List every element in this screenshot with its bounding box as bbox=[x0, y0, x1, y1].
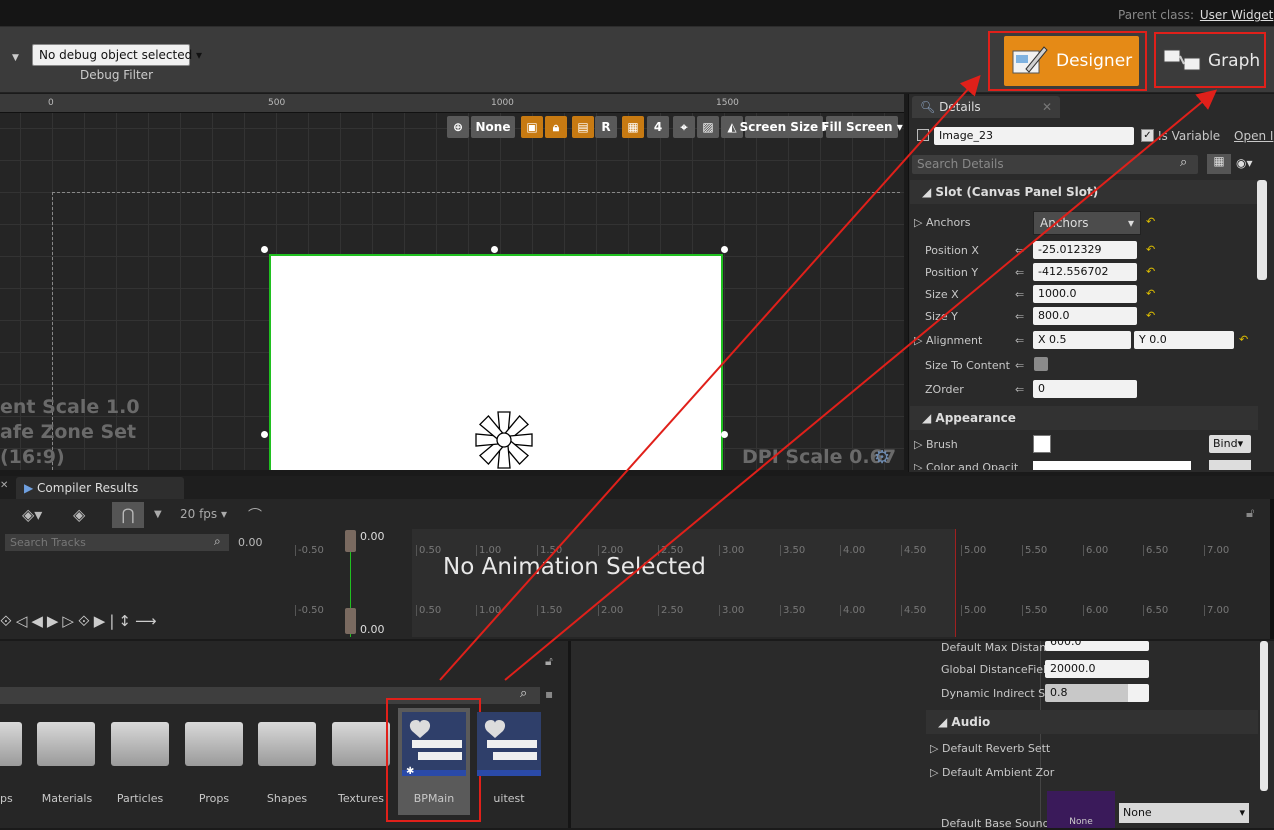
arrow-to-designer bbox=[439, 75, 981, 681]
annotation-arrows bbox=[439, 75, 1218, 681]
arrow-to-graph bbox=[504, 89, 1218, 681]
